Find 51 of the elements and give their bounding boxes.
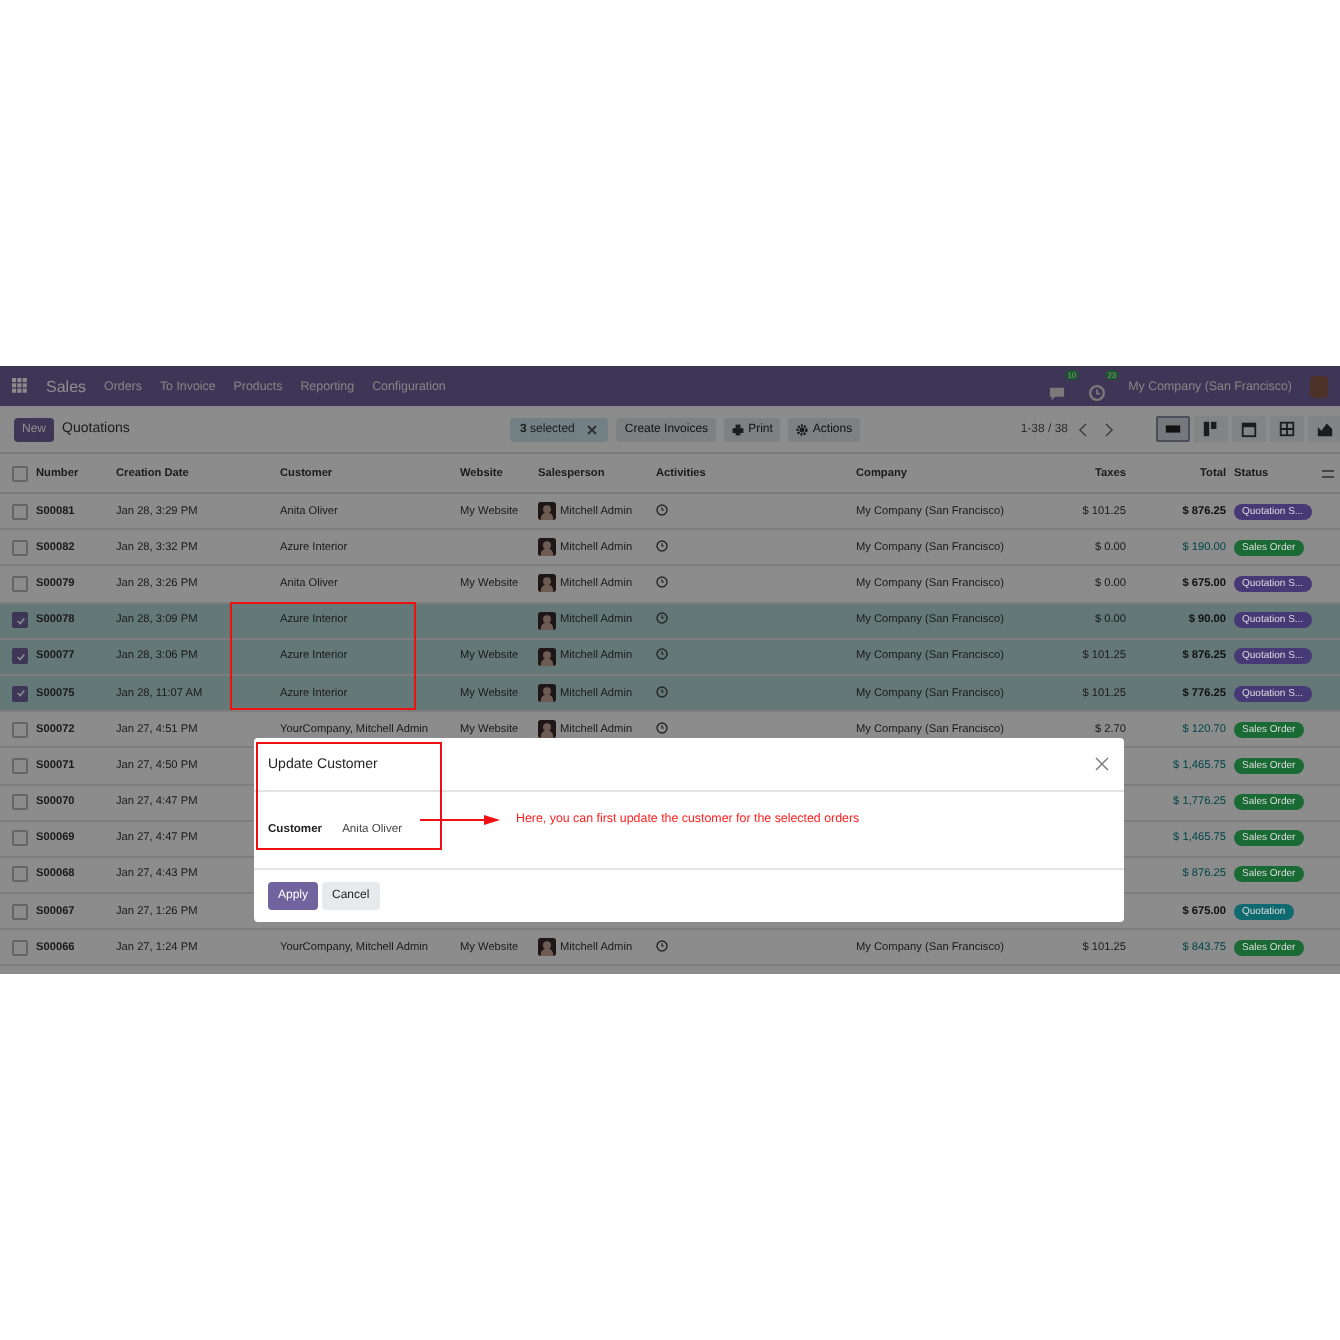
app-name[interactable]: Sales	[46, 377, 87, 395]
avatar-icon	[538, 611, 556, 630]
clock-icon[interactable]	[656, 575, 668, 588]
row-checkbox[interactable]	[12, 612, 28, 629]
row-checkbox[interactable]	[12, 903, 28, 920]
printer-icon	[732, 423, 745, 435]
clock-icon[interactable]	[656, 612, 668, 625]
clock-icon[interactable]	[656, 648, 668, 661]
row-checkbox[interactable]	[12, 685, 28, 702]
arrow	[420, 814, 500, 826]
view-switch-button[interactable]	[1194, 416, 1228, 442]
avatar-icon	[538, 684, 556, 703]
clock-icon[interactable]	[656, 721, 668, 734]
select-all-checkbox[interactable]	[12, 465, 28, 481]
avatar-icon	[538, 538, 556, 557]
close-icon[interactable]	[586, 423, 599, 435]
row-checkbox[interactable]	[12, 539, 28, 556]
row-checkbox[interactable]	[12, 503, 28, 520]
column-options-icon[interactable]	[1322, 467, 1334, 479]
row-checkbox[interactable]	[12, 866, 28, 883]
view-switch-button[interactable]	[1308, 416, 1340, 442]
list-view-icon	[1164, 420, 1182, 438]
next-icon[interactable]	[1100, 421, 1116, 437]
clock-icon[interactable]	[656, 939, 668, 952]
row-checkbox[interactable]	[12, 757, 28, 774]
clock-icon[interactable]	[656, 685, 668, 698]
chat-icon[interactable]	[1048, 386, 1067, 402]
avatar-icon	[538, 938, 556, 957]
row-checkbox[interactable]	[12, 575, 28, 592]
view-switch-button[interactable]	[1270, 416, 1304, 442]
previous-icon[interactable]	[1076, 421, 1092, 437]
pivot-view-icon	[1278, 420, 1296, 438]
gear-icon	[796, 423, 809, 435]
row-checkbox[interactable]	[12, 794, 28, 811]
clock-icon[interactable]	[656, 503, 668, 516]
view-switch-button[interactable]	[1232, 416, 1266, 442]
row-checkbox[interactable]	[12, 648, 28, 665]
calendar-view-icon	[1240, 420, 1258, 438]
row-checkbox[interactable]	[12, 830, 28, 847]
close-icon[interactable]	[1094, 756, 1110, 772]
kanban-view-icon	[1202, 420, 1220, 438]
view-switch-button[interactable]	[1156, 416, 1190, 442]
avatar-icon	[538, 574, 556, 593]
avatar-icon	[538, 647, 556, 666]
row-checkbox[interactable]	[12, 721, 28, 738]
avatar-icon	[538, 502, 556, 521]
clock-icon[interactable]	[656, 539, 668, 552]
row-checkbox[interactable]	[12, 939, 28, 956]
apps-menu-icon[interactable]	[12, 378, 28, 394]
avatar-icon	[538, 720, 556, 739]
graph-view-icon	[1316, 420, 1334, 438]
